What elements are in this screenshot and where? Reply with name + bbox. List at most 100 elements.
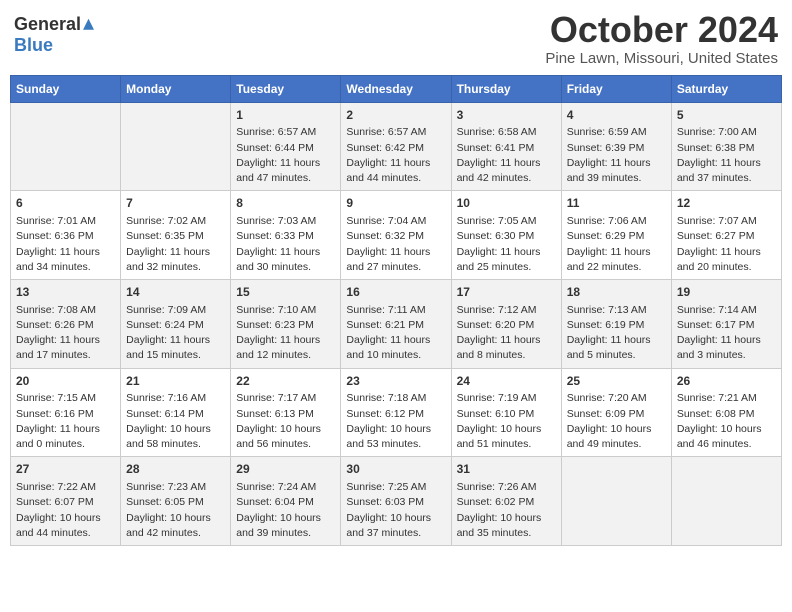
day-number: 18 [567, 284, 666, 301]
day-number: 27 [16, 461, 115, 478]
calendar-cell: 29 Sunrise: 7:24 AMSunset: 6:04 PMDayligh… [231, 457, 341, 546]
calendar-cell: 11Sunrise: 7:06 AMSunset: 6:29 PMDayligh… [561, 191, 671, 280]
week-row-4: 20Sunrise: 7:15 AMSunset: 6:16 PMDayligh… [11, 368, 782, 457]
weekday-header-tuesday: Tuesday [231, 75, 341, 102]
calendar-cell: 27Sunrise: 7:22 AMSunset: 6:07 PMDayligh… [11, 457, 121, 546]
cell-content: Sunrise: 6:57 AMSunset: 6:44 PMDaylight:… [236, 125, 335, 186]
cell-content: Sunrise: 7:00 AMSunset: 6:38 PMDaylight:… [677, 125, 776, 186]
cell-content: Sunrise: 7:20 AMSunset: 6:09 PMDaylight:… [567, 391, 666, 452]
cell-content: Sunrise: 7:07 AMSunset: 6:27 PMDaylight:… [677, 214, 776, 275]
week-row-1: 1Sunrise: 6:57 AMSunset: 6:44 PMDaylight… [11, 102, 782, 191]
cell-content: Sunrise: 7:15 AMSunset: 6:16 PMDaylight:… [16, 391, 115, 452]
calendar-cell [561, 457, 671, 546]
logo-text-blue: Blue [14, 35, 53, 55]
day-number: 9 [346, 195, 445, 212]
cell-content: Sunrise: 6:57 AMSunset: 6:42 PMDaylight:… [346, 125, 445, 186]
day-number: 22 [236, 373, 335, 390]
cell-content: Sunrise: 7:05 AMSunset: 6:30 PMDaylight:… [457, 214, 556, 275]
calendar-cell: 14 Sunrise: 7:09 AMSunset: 6:24 PMDayligh… [121, 279, 231, 368]
logo-icon: ▴ [83, 10, 94, 35]
cell-content: Sunrise: 7:13 AMSunset: 6:19 PMDaylight:… [567, 303, 666, 364]
day-number: 30 [346, 461, 445, 478]
cell-content: Sunrise: 7:06 AMSunset: 6:29 PMDaylight:… [567, 214, 666, 275]
month-title: October 2024 [545, 10, 778, 50]
calendar-cell: 9 Sunrise: 7:04 AMSunset: 6:32 PMDaylight… [341, 191, 451, 280]
day-number: 4 [567, 107, 666, 124]
day-number: 12 [677, 195, 776, 212]
cell-content: Sunrise: 7:24 AMSunset: 6:04 PMDaylight:… [236, 480, 335, 541]
cell-content: Sunrise: 7:09 AMSunset: 6:24 PMDaylight:… [126, 303, 225, 364]
calendar-cell: 8 Sunrise: 7:03 AMSunset: 6:33 PMDaylight… [231, 191, 341, 280]
calendar-cell: 10 Sunrise: 7:05 AMSunset: 6:30 PMDayligh… [451, 191, 561, 280]
calendar-cell: 28 Sunrise: 7:23 AMSunset: 6:05 PMDayligh… [121, 457, 231, 546]
weekday-header-saturday: Saturday [671, 75, 781, 102]
location-title: Pine Lawn, Missouri, United States [545, 50, 778, 67]
cell-content: Sunrise: 7:23 AMSunset: 6:05 PMDaylight:… [126, 480, 225, 541]
day-number: 14 [126, 284, 225, 301]
day-number: 24 [457, 373, 556, 390]
calendar-cell: 5Sunrise: 7:00 AMSunset: 6:38 PMDaylight… [671, 102, 781, 191]
weekday-header-friday: Friday [561, 75, 671, 102]
day-number: 16 [346, 284, 445, 301]
cell-content: Sunrise: 7:14 AMSunset: 6:17 PMDaylight:… [677, 303, 776, 364]
week-row-3: 13Sunrise: 7:08 AMSunset: 6:26 PMDayligh… [11, 279, 782, 368]
cell-content: Sunrise: 6:59 AMSunset: 6:39 PMDaylight:… [567, 125, 666, 186]
day-number: 10 [457, 195, 556, 212]
calendar-cell: 16 Sunrise: 7:11 AMSunset: 6:21 PMDayligh… [341, 279, 451, 368]
cell-content: Sunrise: 7:10 AMSunset: 6:23 PMDaylight:… [236, 303, 335, 364]
cell-content: Sunrise: 7:01 AMSunset: 6:36 PMDaylight:… [16, 214, 115, 275]
calendar-cell: 7Sunrise: 7:02 AMSunset: 6:35 PMDaylight… [121, 191, 231, 280]
day-number: 21 [126, 373, 225, 390]
calendar-body: 1Sunrise: 6:57 AMSunset: 6:44 PMDaylight… [11, 102, 782, 545]
calendar-cell [11, 102, 121, 191]
day-number: 2 [346, 107, 445, 124]
cell-content: Sunrise: 7:04 AMSunset: 6:32 PMDaylight:… [346, 214, 445, 275]
calendar-cell: 21Sunrise: 7:16 AMSunset: 6:14 PMDayligh… [121, 368, 231, 457]
calendar-cell [121, 102, 231, 191]
day-number: 25 [567, 373, 666, 390]
calendar-cell: 1Sunrise: 6:57 AMSunset: 6:44 PMDaylight… [231, 102, 341, 191]
calendar-cell: 20Sunrise: 7:15 AMSunset: 6:16 PMDayligh… [11, 368, 121, 457]
logo: General▴ Blue [14, 10, 94, 56]
day-number: 8 [236, 195, 335, 212]
day-number: 3 [457, 107, 556, 124]
cell-content: Sunrise: 7:25 AMSunset: 6:03 PMDaylight:… [346, 480, 445, 541]
day-number: 23 [346, 373, 445, 390]
day-number: 20 [16, 373, 115, 390]
calendar-cell: 24Sunrise: 7:19 AMSunset: 6:10 PMDayligh… [451, 368, 561, 457]
calendar-cell: 2Sunrise: 6:57 AMSunset: 6:42 PMDaylight… [341, 102, 451, 191]
calendar-cell: 13Sunrise: 7:08 AMSunset: 6:26 PMDayligh… [11, 279, 121, 368]
weekday-header-sunday: Sunday [11, 75, 121, 102]
day-number: 29 [236, 461, 335, 478]
calendar-cell: 30 Sunrise: 7:25 AMSunset: 6:03 PMDayligh… [341, 457, 451, 546]
calendar-table: SundayMondayTuesdayWednesdayThursdayFrid… [10, 75, 782, 546]
day-number: 26 [677, 373, 776, 390]
title-area: October 2024 Pine Lawn, Missouri, United… [545, 10, 778, 67]
cell-content: Sunrise: 7:17 AMSunset: 6:13 PMDaylight:… [236, 391, 335, 452]
cell-content: Sunrise: 7:12 AMSunset: 6:20 PMDaylight:… [457, 303, 556, 364]
cell-content: Sunrise: 7:03 AMSunset: 6:33 PMDaylight:… [236, 214, 335, 275]
calendar-cell: 26Sunrise: 7:21 AMSunset: 6:08 PMDayligh… [671, 368, 781, 457]
day-number: 1 [236, 107, 335, 124]
calendar-cell: 23Sunrise: 7:18 AMSunset: 6:12 PMDayligh… [341, 368, 451, 457]
calendar-cell: 19 Sunrise: 7:14 AMSunset: 6:17 PMDayligh… [671, 279, 781, 368]
weekday-header-monday: Monday [121, 75, 231, 102]
week-row-2: 6 Sunrise: 7:01 AMSunset: 6:36 PMDaylight… [11, 191, 782, 280]
day-number: 28 [126, 461, 225, 478]
cell-content: Sunrise: 6:58 AMSunset: 6:41 PMDaylight:… [457, 125, 556, 186]
cell-content: Sunrise: 7:18 AMSunset: 6:12 PMDaylight:… [346, 391, 445, 452]
calendar-cell: 17Sunrise: 7:12 AMSunset: 6:20 PMDayligh… [451, 279, 561, 368]
cell-content: Sunrise: 7:19 AMSunset: 6:10 PMDaylight:… [457, 391, 556, 452]
calendar-cell: 22Sunrise: 7:17 AMSunset: 6:13 PMDayligh… [231, 368, 341, 457]
calendar-cell: 4Sunrise: 6:59 AMSunset: 6:39 PMDaylight… [561, 102, 671, 191]
cell-content: Sunrise: 7:11 AMSunset: 6:21 PMDaylight:… [346, 303, 445, 364]
weekday-header-row: SundayMondayTuesdayWednesdayThursdayFrid… [11, 75, 782, 102]
cell-content: Sunrise: 7:16 AMSunset: 6:14 PMDaylight:… [126, 391, 225, 452]
calendar-cell: 18 Sunrise: 7:13 AMSunset: 6:19 PMDayligh… [561, 279, 671, 368]
day-number: 6 [16, 195, 115, 212]
day-number: 19 [677, 284, 776, 301]
calendar-cell: 3Sunrise: 6:58 AMSunset: 6:41 PMDaylight… [451, 102, 561, 191]
cell-content: Sunrise: 7:08 AMSunset: 6:26 PMDaylight:… [16, 303, 115, 364]
calendar-cell: 6 Sunrise: 7:01 AMSunset: 6:36 PMDaylight… [11, 191, 121, 280]
weekday-header-wednesday: Wednesday [341, 75, 451, 102]
